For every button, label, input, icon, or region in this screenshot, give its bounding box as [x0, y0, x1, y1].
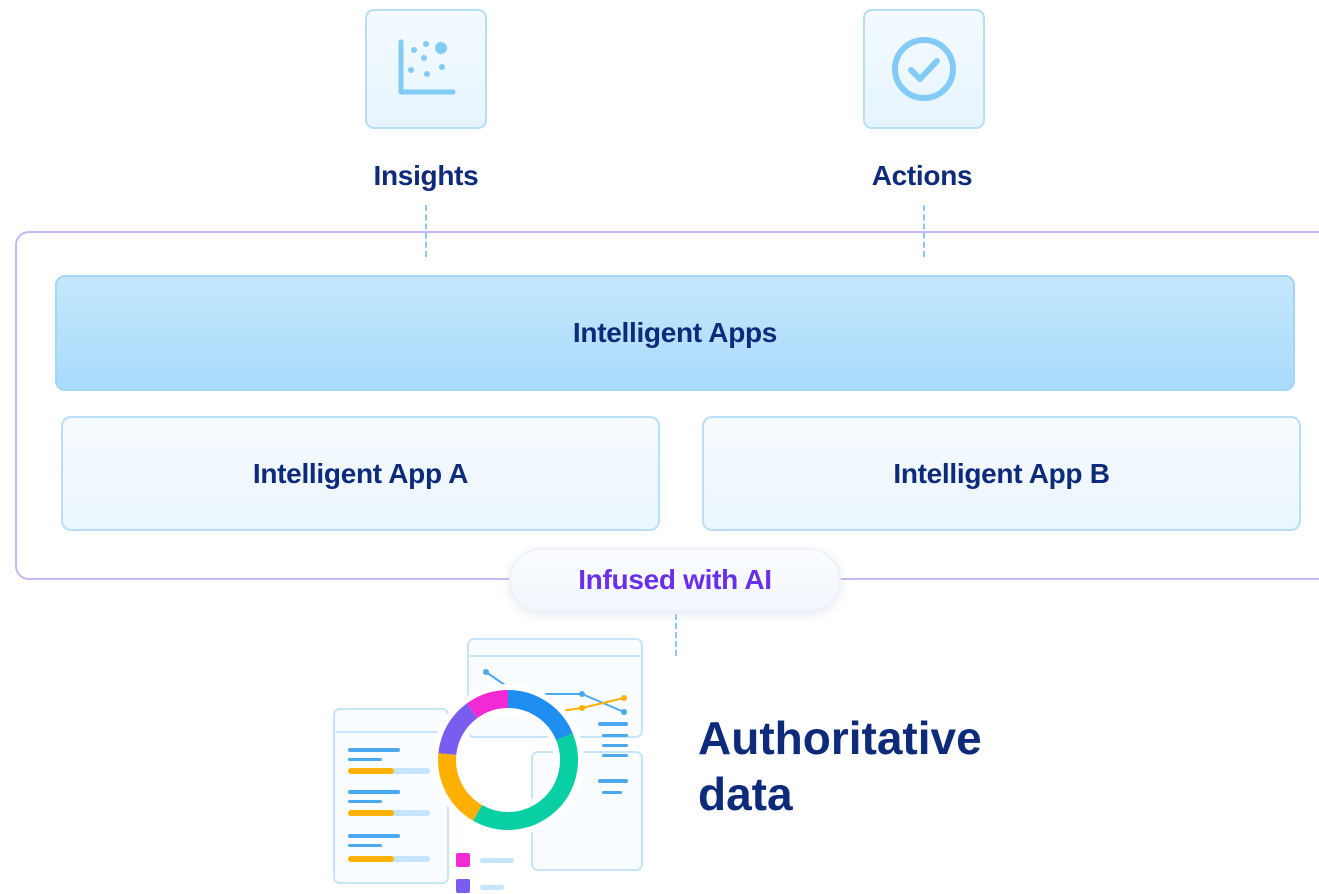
authoritative-data-line1: Authoritative — [698, 712, 982, 764]
intelligent-apps-bar: Intelligent Apps — [55, 275, 1295, 391]
authoritative-data-label: Authoritative data — [698, 710, 1028, 822]
check-circle-icon — [892, 37, 956, 101]
authoritative-data-line2: data — [698, 768, 793, 820]
data-connector — [675, 614, 677, 656]
insights-tile — [365, 9, 487, 129]
intelligent-app-a: Intelligent App A — [61, 416, 660, 531]
intelligent-app-b: Intelligent App B — [702, 416, 1301, 531]
scatter-chart-icon — [398, 39, 456, 95]
dashboard-data-illustration — [333, 638, 643, 893]
list-panel — [333, 708, 449, 884]
infused-with-ai-badge: Infused with AI — [509, 548, 841, 612]
actions-label: Actions — [871, 160, 973, 191]
insights-label: Insights — [373, 160, 479, 191]
actions-tile — [863, 9, 985, 129]
